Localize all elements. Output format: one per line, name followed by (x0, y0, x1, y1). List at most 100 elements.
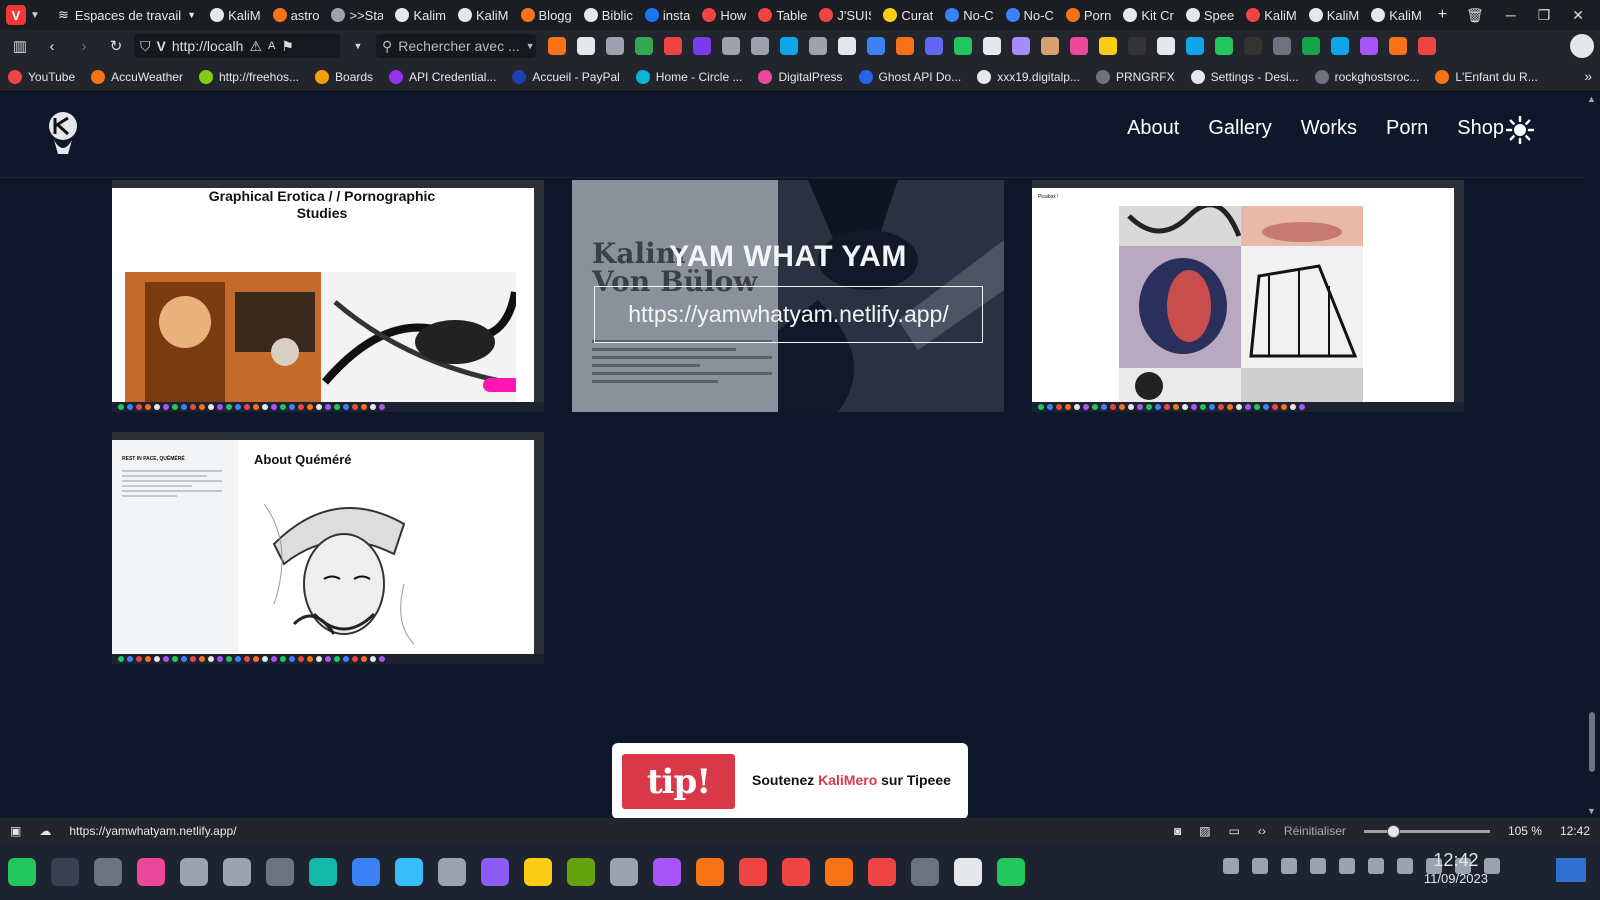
nav-link-porn[interactable]: Porn (1386, 117, 1428, 140)
chevron-down-icon[interactable]: ▼ (30, 10, 44, 21)
tray-icon[interactable] (1281, 858, 1297, 874)
extension-icon[interactable] (809, 37, 827, 55)
extension-icon[interactable] (548, 37, 566, 55)
extension-icon[interactable] (693, 37, 711, 55)
extension-icon[interactable] (1070, 37, 1088, 55)
tray-icon[interactable] (1310, 858, 1326, 874)
taskbar-app-icon[interactable] (868, 858, 896, 886)
image-icon[interactable]: ▨ (1199, 824, 1210, 838)
extension-icon[interactable] (925, 37, 943, 55)
taskbar-app-icon[interactable] (94, 858, 122, 886)
extension-icon[interactable] (780, 37, 798, 55)
extension-icon[interactable] (664, 37, 682, 55)
nav-link-gallery[interactable]: Gallery (1208, 117, 1271, 140)
back-button[interactable]: ‹ (38, 32, 66, 60)
site-logo[interactable] (46, 110, 80, 156)
extension-icon[interactable] (577, 37, 595, 55)
bookmark-item[interactable]: Accueil - PayPal (512, 69, 620, 84)
gallery-card-erotica[interactable]: Graphical Erotica / / Pornographic Studi… (112, 180, 544, 412)
show-desktop-button[interactable] (1556, 858, 1586, 882)
bookmark-item[interactable]: Boards (315, 69, 373, 84)
extension-icon[interactable] (1273, 37, 1291, 55)
scroll-down-arrow[interactable]: ▼ (1587, 806, 1596, 816)
tipeee-widget[interactable]: tip! Soutenez KaliMero sur Tipeee (612, 743, 968, 818)
browser-tab[interactable]: KaliM (204, 0, 267, 30)
gallery-card-quemere[interactable]: REST IN PACE, QUÉMÉRÉ About Quéméré (112, 432, 544, 664)
extension-icon[interactable] (838, 37, 856, 55)
cloud-icon[interactable]: ☁ (39, 824, 51, 838)
tray-icon[interactable] (1397, 858, 1413, 874)
bookmark-icon[interactable]: ⚑ (281, 38, 294, 55)
reload-button[interactable]: ↻ (102, 32, 130, 60)
bookmark-item[interactable]: API Credential... (389, 69, 496, 84)
profile-avatar[interactable] (1570, 34, 1594, 58)
extension-icon[interactable] (867, 37, 885, 55)
maximize-button[interactable]: ❐ (1538, 7, 1551, 24)
panel-toggle-icon[interactable]: ▥ (6, 32, 34, 60)
taskbar-app-icon[interactable] (567, 858, 595, 886)
extension-icon[interactable] (1389, 37, 1407, 55)
browser-tab[interactable]: astro (267, 0, 326, 30)
taskbar-app-icon[interactable] (911, 858, 939, 886)
extension-icon[interactable] (1302, 37, 1320, 55)
vivaldi-menu-icon[interactable]: V (6, 5, 26, 25)
extension-icon[interactable] (1244, 37, 1262, 55)
search-field[interactable]: ⚲ Rechercher avec ... ▼ (376, 34, 536, 58)
tray-icon[interactable] (1339, 858, 1355, 874)
bookmark-item[interactable]: DigitalPress (758, 69, 843, 84)
bookmark-item[interactable]: L'Enfant du R... (1435, 69, 1538, 84)
taskbar-clock[interactable]: 12:42 11/09/2023 (1424, 850, 1488, 886)
browser-tab[interactable]: KaliM (452, 0, 515, 30)
extension-icon[interactable] (1041, 37, 1059, 55)
taskbar-app-icon[interactable] (266, 858, 294, 886)
bookmark-item[interactable]: xxx19.digitalp... (977, 69, 1080, 84)
window-icon[interactable]: ▭ (1229, 824, 1240, 838)
browser-tab[interactable]: Curat (877, 0, 939, 30)
code-icon[interactable]: ‹› (1258, 824, 1266, 838)
browser-tab[interactable]: No-C (939, 0, 999, 30)
panel-icon[interactable]: ▣ (10, 824, 21, 838)
extension-icon[interactable] (1418, 37, 1436, 55)
gallery-card-picabox[interactable]: Picabox ! (1032, 180, 1464, 412)
browser-tab[interactable]: insta (639, 0, 696, 30)
browser-tab[interactable]: KaliM (1303, 0, 1366, 30)
extension-icon[interactable] (1360, 37, 1378, 55)
bookmark-item[interactable]: rockghostsroc... (1314, 69, 1419, 84)
extension-icon[interactable] (1215, 37, 1233, 55)
browser-tab[interactable]: No-C (1000, 0, 1060, 30)
browser-tab[interactable]: J'SUIS (813, 0, 877, 30)
tray-icon[interactable] (1252, 858, 1268, 874)
extension-icon[interactable] (954, 37, 972, 55)
chevron-down-icon[interactable]: ▼ (344, 32, 372, 60)
gallery-card-yamwhatyam[interactable]: Kalim Von Bülow YAM WHAT YAM https://yam… (572, 180, 1004, 412)
page-scrollbar[interactable]: ▲ ▼ (1584, 92, 1600, 818)
shield-icon[interactable]: ⛉ (140, 38, 151, 55)
taskbar-app-icon[interactable] (696, 858, 724, 886)
browser-tab[interactable]: KaliM (1240, 0, 1303, 30)
bookmark-item[interactable]: PRNGRFX (1095, 69, 1175, 84)
taskbar-app-icon[interactable] (180, 858, 208, 886)
extension-icon[interactable] (1099, 37, 1117, 55)
translate-icon[interactable]: A (268, 40, 275, 52)
workspace-selector[interactable]: ≋ Espaces de travail ▼ (44, 7, 204, 23)
extension-icon[interactable] (722, 37, 740, 55)
scrollbar-thumb[interactable] (1589, 712, 1595, 772)
extension-icon[interactable] (983, 37, 1001, 55)
camera-icon[interactable]: ◙ (1174, 824, 1181, 838)
taskbar-app-icon[interactable] (954, 858, 982, 886)
taskbar-app-icon[interactable] (524, 858, 552, 886)
tray-icon[interactable] (1223, 858, 1239, 874)
zoom-slider[interactable] (1363, 824, 1490, 838)
taskbar-app-icon[interactable] (137, 858, 165, 886)
extension-icon[interactable] (1186, 37, 1204, 55)
minimize-button[interactable]: ─ (1506, 7, 1516, 23)
extension-icon[interactable] (1128, 37, 1146, 55)
taskbar-app-icon[interactable] (223, 858, 251, 886)
zoom-reset-button[interactable]: Réinitialiser (1284, 824, 1346, 838)
bookmark-item[interactable]: http://freehos... (198, 69, 299, 84)
taskbar-app-icon[interactable] (352, 858, 380, 886)
browser-tab[interactable]: How (696, 0, 752, 30)
extension-icon[interactable] (1157, 37, 1175, 55)
taskbar-app-icon[interactable] (8, 858, 36, 886)
forward-button[interactable]: › (70, 32, 98, 60)
